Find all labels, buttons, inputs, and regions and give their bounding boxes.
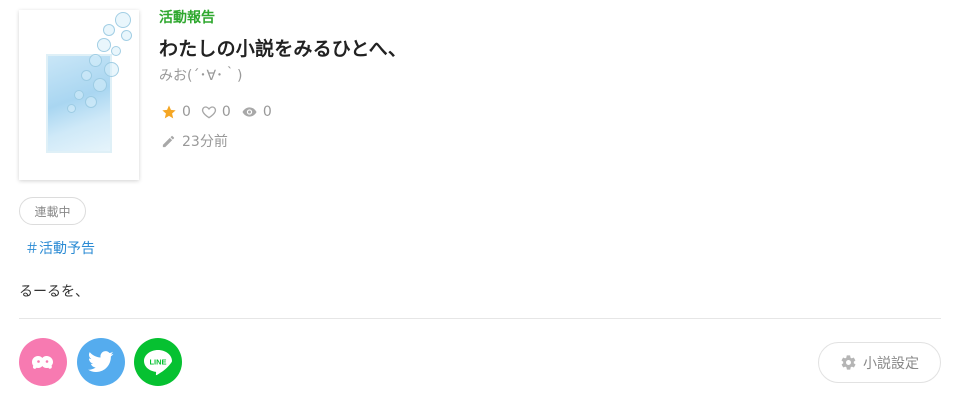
bubble-decoration: [103, 24, 115, 36]
eye-icon: [242, 107, 257, 117]
heart-icon: [201, 106, 216, 119]
bubble-decoration: [93, 78, 107, 92]
bubble-decoration: [121, 30, 132, 41]
novel-stats: 0 0 0: [161, 104, 282, 120]
tag-link[interactable]: ＃活動予告: [25, 238, 95, 258]
pencil-icon: [162, 135, 175, 147]
genre-label[interactable]: 活動報告: [159, 7, 215, 27]
star-count: 0: [161, 104, 191, 120]
star-icon: [162, 105, 176, 119]
line-logo-icon: LINE: [144, 350, 172, 376]
novel-card: 活動報告 わたしの小説をみるひとへ、 みお(´･∀･｀) 0 0 0 23分前 …: [0, 0, 960, 404]
like-count-value: 0: [221, 104, 231, 120]
bubble-decoration: [104, 62, 119, 77]
author-name[interactable]: みお(´･∀･｀): [159, 65, 243, 85]
star-count-value: 0: [182, 104, 191, 120]
share-twitter-button[interactable]: [77, 338, 125, 386]
twitter-bird-icon: [88, 351, 114, 372]
bubble-decoration: [111, 46, 121, 56]
status-badge: 連載中: [19, 197, 86, 225]
bubble-decoration: [81, 70, 92, 81]
novel-title[interactable]: わたしの小説をみるひとへ、: [159, 34, 407, 61]
bubble-decoration: [67, 104, 76, 113]
like-count: 0: [201, 104, 231, 120]
bubble-decoration: [89, 54, 102, 67]
bubble-decoration: [85, 96, 97, 108]
novel-settings-button[interactable]: 小説設定: [818, 342, 941, 383]
cover-image: [46, 54, 112, 153]
gear-icon: [841, 355, 856, 370]
novel-settings-label: 小説設定: [863, 355, 919, 372]
updated-time-value: 23分前: [182, 134, 228, 150]
share-prism-button[interactable]: [19, 338, 67, 386]
prism-logo-icon: [32, 356, 53, 369]
share-line-button[interactable]: LINE: [134, 338, 182, 386]
view-count-value: 0: [262, 104, 272, 120]
line-logo-text: LINE: [149, 358, 166, 367]
novel-description: るーるを、: [19, 284, 89, 300]
updated-time: 23分前: [161, 131, 228, 151]
novel-cover[interactable]: [19, 10, 139, 180]
bubble-decoration: [97, 38, 111, 52]
divider: [19, 318, 941, 319]
view-count: 0: [241, 104, 272, 120]
bubble-decoration: [74, 90, 84, 100]
bubble-decoration: [115, 12, 131, 28]
